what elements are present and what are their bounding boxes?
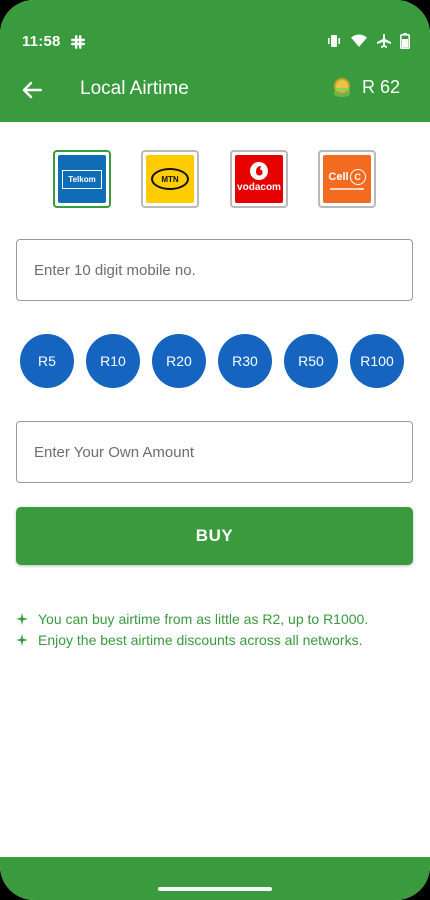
- custom-amount-input[interactable]: [17, 422, 412, 482]
- page-title: Local Airtime: [80, 78, 189, 99]
- network-telkom[interactable]: Telkom: [53, 150, 111, 208]
- vodacom-label: vodacom: [237, 182, 281, 193]
- cellc-underline: [330, 187, 364, 190]
- info-note-text: Enjoy the best airtime discounts across …: [38, 631, 363, 648]
- amount-r50[interactable]: R50: [284, 334, 338, 388]
- wallet-money-icon: [333, 78, 350, 97]
- system-navigation-bar: [0, 857, 430, 900]
- battery-icon: [400, 33, 410, 49]
- mobile-number-field[interactable]: [16, 239, 413, 301]
- amount-r30[interactable]: R30: [218, 334, 272, 388]
- amount-options: R5 R10 R20 R30 R50 R100: [0, 334, 430, 390]
- info-notes: You can buy airtime from as little as R2…: [16, 608, 416, 650]
- info-note: Enjoy the best airtime discounts across …: [16, 629, 416, 650]
- mtn-logo: MTN: [146, 155, 194, 203]
- vodacom-speechmark-icon: [250, 162, 268, 180]
- slack-icon: [71, 35, 85, 49]
- network-cellc[interactable]: Cell C: [318, 150, 376, 208]
- network-selector: Telkom MTN vodacom Cell C: [0, 150, 430, 210]
- status-time: 11:58: [22, 33, 61, 50]
- wifi-icon: [351, 34, 367, 47]
- sparkle-icon: [16, 612, 28, 625]
- airplane-icon: [377, 34, 391, 48]
- info-note: You can buy airtime from as little as R2…: [16, 608, 416, 629]
- home-gesture-handle[interactable]: [158, 887, 272, 891]
- buy-button[interactable]: BUY: [16, 507, 413, 565]
- sparkle-icon: [16, 633, 28, 646]
- status-icons: [326, 33, 410, 49]
- balance-amount: R 62: [361, 76, 400, 97]
- vibrate-icon: [328, 35, 340, 47]
- network-mtn[interactable]: MTN: [141, 150, 199, 208]
- back-button[interactable]: [16, 76, 48, 104]
- mtn-label: MTN: [151, 168, 189, 190]
- vodacom-logo: vodacom: [235, 155, 283, 203]
- network-vodacom[interactable]: vodacom: [230, 150, 288, 208]
- arrow-left-icon: [22, 81, 42, 99]
- amount-r100[interactable]: R100: [350, 334, 404, 388]
- status-bar: 11:58: [0, 0, 430, 58]
- phone-screen: 11:58 Local Airtime R 62 Telkom MTN voda…: [0, 0, 430, 900]
- telkom-logo: Telkom: [58, 155, 106, 203]
- amount-r10[interactable]: R10: [86, 334, 140, 388]
- app-bar: Local Airtime R 62: [0, 58, 430, 122]
- info-note-text: You can buy airtime from as little as R2…: [38, 610, 369, 627]
- telkom-label: Telkom: [62, 169, 102, 189]
- mobile-number-input[interactable]: [17, 240, 412, 300]
- wallet-balance[interactable]: R 62: [330, 75, 400, 99]
- amount-r5[interactable]: R5: [20, 334, 74, 388]
- cellc-logo: Cell C: [323, 155, 371, 203]
- custom-amount-field[interactable]: [16, 421, 413, 483]
- amount-r20[interactable]: R20: [152, 334, 206, 388]
- cellc-label: Cell C: [328, 168, 366, 185]
